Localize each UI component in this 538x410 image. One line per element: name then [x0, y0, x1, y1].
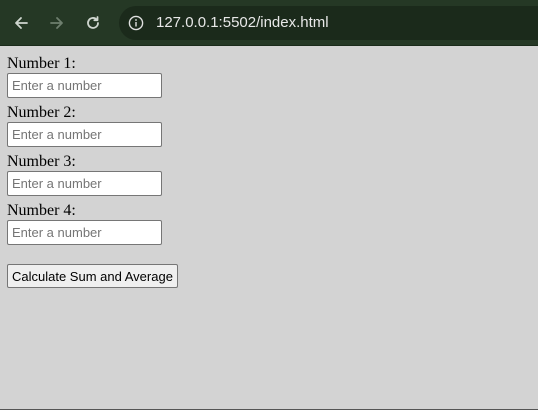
number-3-input[interactable] [7, 171, 162, 196]
reload-icon [87, 16, 99, 29]
back-button[interactable] [9, 11, 33, 35]
number-3-label: Number 3: [7, 153, 76, 170]
number-4-label: Number 4: [7, 202, 76, 219]
browser-toolbar: 127.0.0.1:5502/index.html [0, 0, 538, 46]
number-1-group: Number 1: [7, 55, 531, 98]
number-2-group: Number 2: [7, 104, 531, 147]
number-3-group: Number 3: [7, 153, 531, 196]
number-4-input[interactable] [7, 220, 162, 245]
calculate-sum-average-button[interactable]: Calculate Sum and Average [7, 264, 178, 288]
address-bar[interactable]: 127.0.0.1:5502/index.html [119, 6, 538, 40]
url-text: 127.0.0.1:5502/index.html [156, 14, 329, 31]
reload-button[interactable] [81, 11, 105, 35]
number-1-input[interactable] [7, 73, 162, 98]
arrow-right-icon [50, 17, 63, 29]
number-1-label: Number 1: [7, 55, 76, 72]
number-2-input[interactable] [7, 122, 162, 147]
forward-button[interactable] [45, 11, 69, 35]
arrow-left-icon [15, 17, 28, 29]
number-4-group: Number 4: [7, 202, 531, 245]
number-2-label: Number 2: [7, 104, 76, 121]
page-content: Number 1: Number 2: Number 3: Number 4: … [0, 46, 538, 410]
info-icon[interactable] [128, 15, 144, 31]
